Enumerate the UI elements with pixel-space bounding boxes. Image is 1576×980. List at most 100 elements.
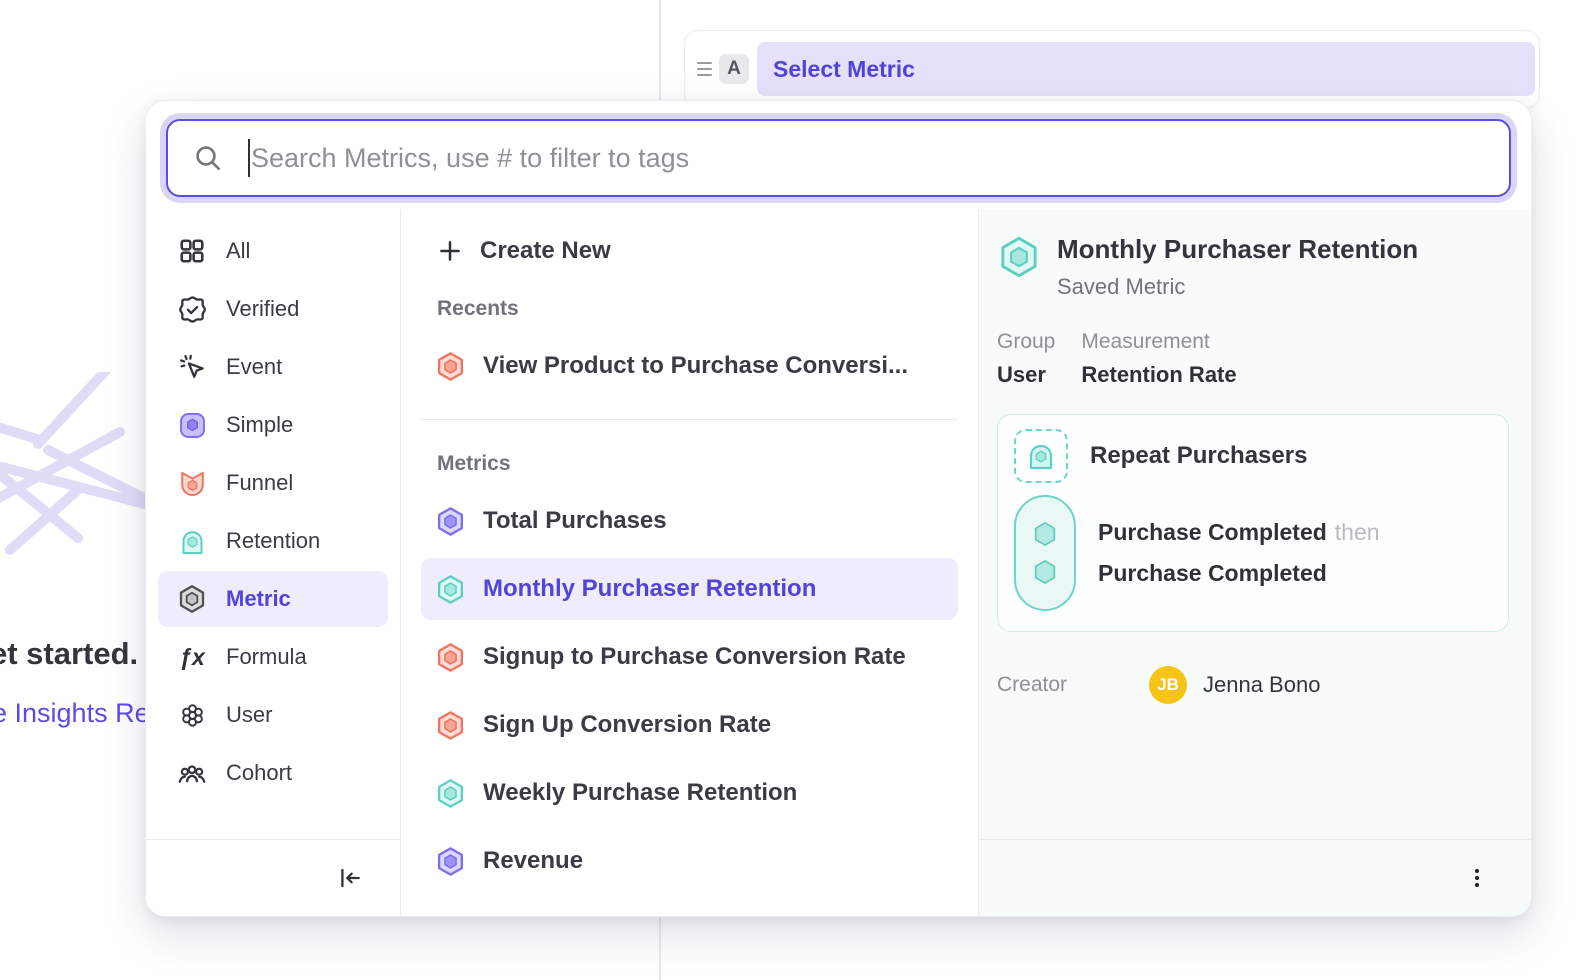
sidebar-item-label: Event xyxy=(226,354,282,380)
funnel-hexagon-icon xyxy=(435,642,466,673)
drag-handle-icon[interactable] xyxy=(693,62,715,76)
group-meta: Group User xyxy=(997,330,1055,388)
funnel-metric-icon xyxy=(177,468,207,498)
detail-title: Monthly Purchaser Retention xyxy=(1057,233,1418,266)
sidebar-item-label: Simple xyxy=(226,412,293,438)
simple-hexagon-icon xyxy=(435,846,466,877)
group-label: Group xyxy=(997,330,1055,354)
sidebar-item-label: Cohort xyxy=(226,760,292,786)
step-letter-badge[interactable]: A xyxy=(719,54,749,84)
creator-avatar: JB xyxy=(1149,666,1187,704)
definition-step-1: Purchase Completedthen xyxy=(1098,519,1380,546)
metric-list-item[interactable]: Total Purchases xyxy=(421,490,958,552)
sidebar-item-retention[interactable]: Retention xyxy=(158,513,388,569)
definition-step-2: Purchase Completed xyxy=(1098,560,1380,587)
creator-label: Creator xyxy=(997,673,1149,697)
sidebar-item-verified[interactable]: Verified xyxy=(158,281,388,337)
metric-picker-modal: All Verified xyxy=(145,100,1532,917)
metric-item-label: Signup to Purchase Conversion Rate xyxy=(483,643,906,671)
kebab-menu-icon xyxy=(1465,866,1489,890)
retention-definition-icon xyxy=(1014,429,1068,483)
sidebar-item-label: Retention xyxy=(226,528,320,554)
simple-hexagon-icon xyxy=(435,506,466,537)
metric-hexagon-icon xyxy=(177,584,207,614)
grid-icon xyxy=(177,236,207,266)
metric-item-label: Weekly Purchase Retention xyxy=(483,779,797,807)
sidebar-item-funnel[interactable]: Funnel xyxy=(158,455,388,511)
search-input[interactable] xyxy=(251,143,1489,174)
metrics-section-label: Metrics xyxy=(437,452,958,476)
measurement-label: Measurement xyxy=(1081,330,1236,354)
filter-sidebar: All Verified xyxy=(146,209,401,916)
sidebar-item-label: Formula xyxy=(226,644,307,670)
collapse-sidebar-button[interactable] xyxy=(330,858,370,898)
metric-list-column: Create New Recents View Product to Purch… xyxy=(401,209,979,916)
sidebar-item-label: Funnel xyxy=(226,470,293,496)
screen: et started. e Insights Re A Select Metri… xyxy=(0,0,1576,980)
recents-section-label: Recents xyxy=(437,297,958,321)
definition-card: Repeat Purchasers xyxy=(997,414,1509,632)
metric-step-bar: A Select Metric xyxy=(684,30,1540,108)
recent-item[interactable]: View Product to Purchase Conversi... xyxy=(421,335,958,397)
metric-list-item-selected[interactable]: Monthly Purchaser Retention xyxy=(421,558,958,620)
sidebar-item-label: Verified xyxy=(226,296,299,322)
sidebar-item-user[interactable]: User xyxy=(158,687,388,743)
measurement-meta: Measurement Retention Rate xyxy=(1081,330,1236,388)
creator-name: Jenna Bono xyxy=(1203,672,1320,698)
event-hexagon-icon xyxy=(1031,558,1059,586)
metric-list-item[interactable]: Sign Up Conversion Rate xyxy=(421,694,958,756)
background-chart-doodle xyxy=(0,372,150,612)
creator-row: Creator JB Jenna Bono xyxy=(997,666,1509,704)
metric-item-label: Total Purchases xyxy=(483,507,667,535)
search-icon xyxy=(192,142,224,174)
sidebar-item-label: User xyxy=(226,702,272,728)
sidebar-item-label: Metric xyxy=(226,586,291,612)
metric-list-item[interactable]: Revenue xyxy=(421,830,958,892)
definition-name: Repeat Purchasers xyxy=(1090,442,1307,470)
recent-item-label: View Product to Purchase Conversi... xyxy=(483,352,908,380)
formula-fx-icon: ƒx xyxy=(177,642,207,672)
search-bar[interactable] xyxy=(166,119,1511,197)
background-partial-link[interactable]: e Insights Re xyxy=(0,698,150,729)
collapse-left-icon xyxy=(337,865,363,891)
retention-hexagon-icon xyxy=(435,778,466,809)
create-new-button[interactable]: Create New xyxy=(421,237,958,265)
metric-detail-panel: Monthly Purchaser Retention Saved Metric… xyxy=(979,209,1531,916)
list-divider xyxy=(421,419,958,420)
sidebar-footer xyxy=(146,839,400,916)
select-metric-button[interactable]: Select Metric xyxy=(757,42,1535,96)
sidebar-item-event[interactable]: Event xyxy=(158,339,388,395)
verified-badge-icon xyxy=(177,294,207,324)
more-options-button[interactable] xyxy=(1457,858,1497,898)
sidebar-item-cohort[interactable]: Cohort xyxy=(158,745,388,801)
metric-item-label: Monthly Purchaser Retention xyxy=(483,575,816,603)
create-new-label: Create New xyxy=(480,237,611,265)
retention-hexagon-icon xyxy=(435,574,466,605)
user-cluster-icon xyxy=(177,700,207,730)
sidebar-item-simple[interactable]: Simple xyxy=(158,397,388,453)
sidebar-item-label: All xyxy=(226,238,250,264)
metric-item-label: Sign Up Conversion Rate xyxy=(483,711,771,739)
retention-metric-icon xyxy=(177,526,207,556)
event-cursor-icon xyxy=(177,352,207,382)
measurement-value: Retention Rate xyxy=(1081,362,1236,388)
plus-icon xyxy=(437,238,463,264)
retention-hexagon-icon-large xyxy=(997,235,1041,279)
funnel-hexagon-icon xyxy=(435,351,466,382)
event-sequence-capsule xyxy=(1014,495,1076,611)
metric-list-item[interactable]: Signup to Purchase Conversion Rate xyxy=(421,626,958,688)
cohort-people-icon xyxy=(177,758,207,788)
sidebar-item-metric[interactable]: Metric xyxy=(158,571,388,627)
group-value: User xyxy=(997,362,1055,388)
detail-footer xyxy=(979,839,1531,916)
metric-item-label: Revenue xyxy=(483,847,583,875)
metric-list-item[interactable]: Weekly Purchase Retention xyxy=(421,762,958,824)
sidebar-item-all[interactable]: All xyxy=(158,223,388,279)
text-cursor xyxy=(248,139,250,177)
background-partial-heading: et started. xyxy=(0,636,138,672)
connector-then: then xyxy=(1335,519,1380,545)
simple-metric-icon xyxy=(177,410,207,440)
search-bar-glow xyxy=(160,113,1517,203)
sidebar-item-formula[interactable]: ƒx Formula xyxy=(158,629,388,685)
event-hexagon-icon xyxy=(1031,520,1059,548)
